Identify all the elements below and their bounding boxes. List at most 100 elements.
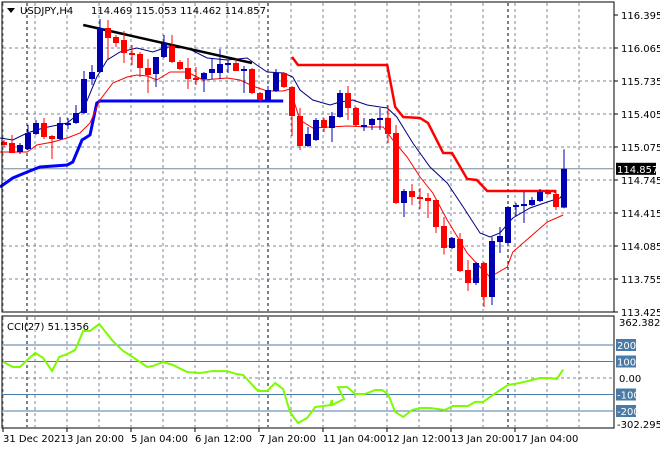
candle-bull [65,123,71,125]
candle-bear [169,46,175,62]
candle-bear [121,40,127,53]
candle-bull [225,63,231,65]
price-label: 116.395 [621,11,660,22]
current-price-label: 114.857 [617,165,658,176]
candle-bear [105,28,111,38]
candle-bear [41,123,47,137]
candle-bull [497,236,503,242]
candle-bear [9,143,15,153]
candle-bear [345,93,351,108]
candle-bear [257,93,263,100]
candle-bear [49,136,55,139]
candle-bull [369,119,375,125]
cci-min-label: -302.2957 [617,420,660,431]
candle-bear [281,73,287,87]
price-label: 115.405 [621,110,660,121]
candle-bull [73,113,79,123]
candle-bear [353,108,359,125]
candle-bear [425,198,431,201]
cci-level-label: 100 [617,358,636,369]
candle-bull [377,118,383,120]
time-label: 17 Jan 04:00 [515,434,578,445]
price-label: 116.065 [621,44,660,55]
candle-bull [513,205,519,207]
ohlc-readout: 114.469 115.053 114.462 114.857 [91,6,266,17]
candle-bull [337,93,343,117]
candle-bull [201,73,207,79]
candle-bull [217,64,223,73]
candle-bull [529,200,535,205]
cci-zero-label: 0.00 [619,374,641,385]
candle-bull [17,145,23,152]
time-label: 5 Jan 04:00 [131,434,188,445]
candle-bear [409,191,415,197]
candle-bull [505,207,511,243]
candle-bull [329,116,335,128]
price-label: 114.085 [621,242,660,253]
candle-bull [313,120,319,140]
price-label: 115.735 [621,77,660,88]
candle-bull [521,204,527,206]
candle-bull [33,123,39,134]
candle-bull [97,28,103,72]
candle-bull [153,57,159,74]
candle-bull [305,134,311,146]
candle-bear [465,270,471,283]
candle-bear [233,63,239,71]
time-label: 11 Jan 04:00 [323,434,386,445]
candle-bear [553,194,559,207]
candle-bear [249,69,255,93]
candle-bear [545,192,551,194]
candle-bear [129,53,135,55]
candle-bull [561,168,567,208]
symbol-label: USDJPY,H4 [20,6,73,17]
cci-level-label: 200 [617,341,636,352]
candle-bear [193,78,199,80]
price-label: 113.755 [621,275,660,286]
candle-bear [457,239,463,271]
candle-bull [265,90,271,100]
candle-bull [81,79,87,113]
candle-bear [441,226,447,248]
cci-label: CCI(27) 51.1356 [7,322,89,333]
candle-bear [177,62,183,69]
candle-bear [385,118,391,134]
candle-bear [289,87,295,116]
candle-bull [537,192,543,201]
candle-bull [161,43,167,57]
candle-bear [393,133,399,203]
time-label: 3 Jan 20:00 [67,434,124,445]
cci-level-label: -100 [617,391,640,402]
price-label: 114.415 [621,209,660,220]
candle-bull [361,125,367,127]
time-label: 31 Dec 2021 [3,434,67,445]
time-label: 7 Jan 20:00 [259,434,316,445]
price-label: 115.075 [621,143,660,154]
cci-level-label: -200 [617,407,640,418]
candle-bear [433,200,439,227]
candle-bear [321,120,327,128]
candle-bull [449,238,455,248]
trading-chart[interactable]: USDJPY,H4 114.469 115.053 114.462 114.85… [0,0,660,450]
time-label: 6 Jan 12:00 [195,434,252,445]
candle-bull [209,69,215,73]
candle-bull [89,72,95,79]
candle-bear [113,37,119,43]
candle-bear [145,68,151,75]
cci-max-label: 362.3828 [619,318,660,329]
candle-bear [137,54,143,68]
candle-bull [401,191,407,203]
candle-bull [473,263,479,283]
time-label: 13 Jan 20:00 [451,434,514,445]
candle-bull [25,133,31,149]
price-label: 114.745 [621,176,660,187]
candle-bull [57,123,63,139]
time-label: 12 Jan 12:00 [387,434,450,445]
candle-bear [417,197,423,199]
candle-bear [185,68,191,79]
candle-bear [481,263,487,297]
candle-bull [241,69,247,71]
candle-bull [489,241,495,297]
candle-bear [297,116,303,146]
candle-bull [273,73,279,91]
